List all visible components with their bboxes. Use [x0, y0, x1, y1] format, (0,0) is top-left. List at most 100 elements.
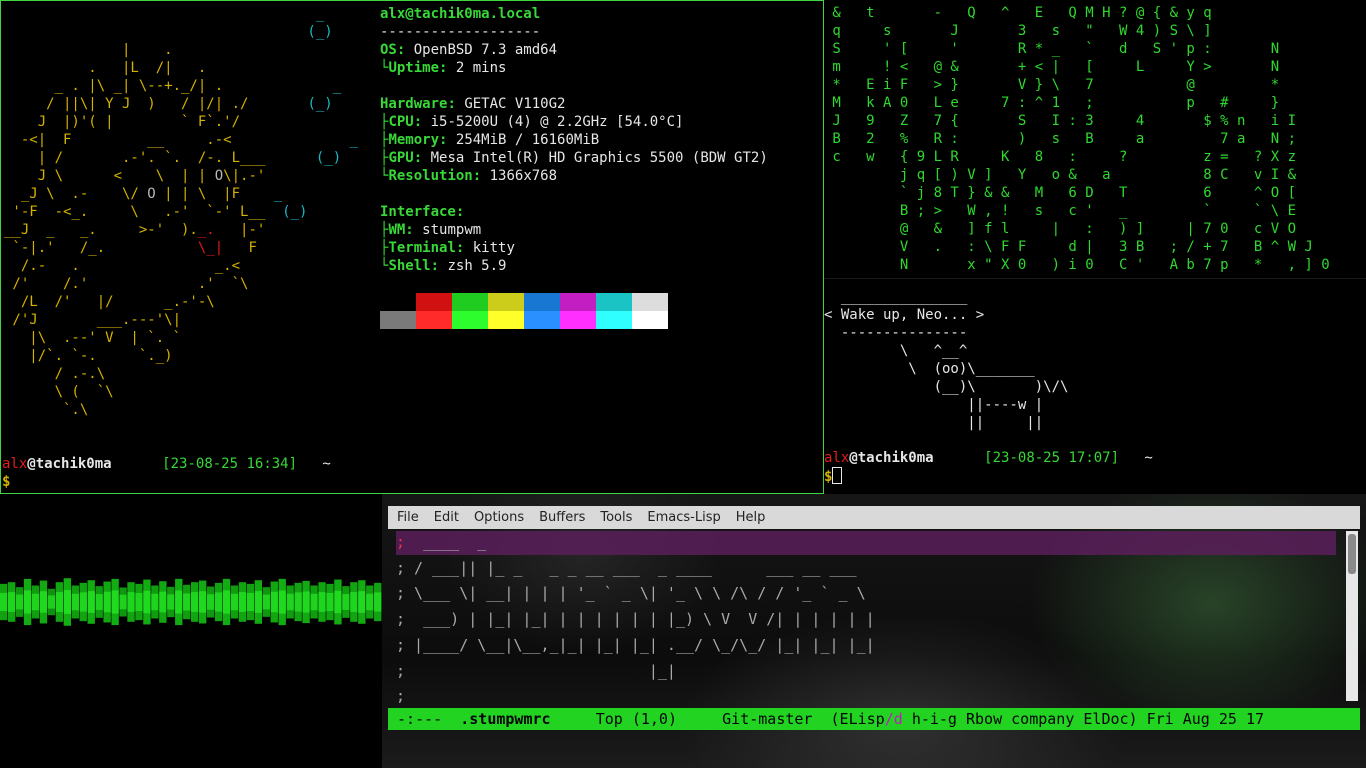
ascii-art-segment: | / .-'. `. /-. L___: [4, 150, 266, 166]
ascii-art-segment: J |)'( | ` F`.'/: [4, 114, 241, 130]
visualizer-bar-core: [278, 590, 286, 614]
resolution-value: 1366x768: [489, 168, 558, 184]
scrollbar-thumb[interactable]: [1348, 534, 1356, 574]
visualizer-bar-core: [374, 592, 382, 612]
prompt-symbol: $: [824, 469, 833, 485]
ascii-art-segment: /' /.' .' `\: [4, 276, 249, 292]
shell-prompt-line[interactable]: $: [824, 467, 843, 486]
emacs-buffer-text[interactable]: ; ____ _ ; / ___|| |_ _ _ _ __ ___ _ ___…: [396, 530, 875, 710]
palette-swatch: [632, 311, 668, 329]
visualizer-bar-core: [159, 591, 167, 613]
visualizer-bar-core: [350, 592, 358, 612]
palette-swatch: [416, 311, 452, 329]
visualizer-bar-core: [310, 593, 318, 611]
ascii-art-segment: (_): [4, 24, 333, 40]
menu-item-help[interactable]: Help: [730, 510, 772, 525]
modeline-vc: Git-master: [722, 710, 813, 728]
modeline-buffer-name: .stumpwmrc: [460, 710, 551, 728]
palette-swatch: [524, 311, 560, 329]
ascii-art-segment: _: [231, 132, 359, 148]
uptime-value: 2 mins: [455, 60, 507, 76]
matrix-row: ` j 8 T } & & M 6 D T 6 ^ O [: [824, 185, 1297, 201]
memory-row: ├Memory: 254MiB / 16160MiB: [380, 132, 600, 148]
visualizer-bar-core: [366, 593, 374, 611]
menu-item-emacs-lisp[interactable]: Emacs-Lisp: [641, 510, 726, 525]
emacs-modeline: -:--- .stumpwmrc Top (1,0) Git-master (E…: [388, 708, 1360, 730]
terminal-cowsay-pane[interactable]: _______________ < Wake up, Neo... > ----…: [824, 278, 1366, 494]
fetch-title-host: tachik0ma.local: [413, 6, 541, 22]
wm-value: stumpwm: [422, 222, 482, 238]
menu-item-options[interactable]: Options: [468, 510, 530, 525]
menu-item-tools[interactable]: Tools: [594, 510, 638, 525]
terminal-row: ├Terminal: kitty: [380, 240, 515, 256]
code-line: ; |____/ \__|\__,_|_| |_| |_| .__/ \_/\_…: [396, 635, 875, 654]
prompt-host: tachik0ma: [857, 450, 934, 466]
ascii-art-segment: _J \ .- \/: [4, 186, 148, 202]
visualizer-bar-core: [342, 594, 350, 610]
palette-swatch: [632, 293, 668, 311]
os-value: OpenBSD 7.3 amd64: [413, 42, 558, 58]
visualizer-bar-core: [191, 592, 199, 612]
visualizer-bar-core: [63, 590, 72, 614]
terminal-fetch-pane[interactable]: _ (_) | . . |L /| . _ . |\ _| \--+._/| .…: [0, 0, 824, 494]
palette-swatch: [596, 293, 632, 311]
ascii-art-segment: _.: [197, 222, 215, 238]
visualizer-bar-core: [334, 590, 342, 614]
prompt-time: [23-08-25 17:07]: [984, 450, 1120, 466]
shell-prompt-info: alx@tachik0ma [23-08-25 17:07] ~: [824, 450, 1153, 466]
ascii-art-segment: \ ( `\: [4, 384, 114, 400]
ascii-art-segment: (_): [248, 96, 333, 112]
ascii-art-segment: F: [223, 240, 257, 256]
visualizer-bar-core: [79, 592, 87, 612]
visualizer-bar-core: [71, 593, 79, 611]
matrix-row: J 9 Z 7 { S I : 3 4 $ % n i I: [824, 113, 1297, 129]
audio-visualizer-pane: [0, 494, 382, 768]
visualizer-bar-core: [270, 591, 278, 613]
menu-item-file[interactable]: File: [391, 510, 425, 525]
palette-swatch: [452, 311, 488, 329]
terminal-matrix-pane[interactable]: & t - Q ^ E Q M H ? @ { & y q q s J 3 s …: [824, 0, 1366, 278]
fetch-title-user: alx: [380, 6, 406, 22]
cpu-value: i5-5200U (4) @ 2.2GHz [54.0°C]: [430, 114, 684, 130]
code-line: ;: [396, 687, 406, 706]
visualizer-bar-core: [55, 592, 64, 612]
visualizer-bar-core: [286, 593, 294, 611]
cpu-row: ├CPU: i5-5200U (4) @ 2.2GHz [54.0°C]: [380, 114, 684, 130]
palette-swatch: [488, 293, 524, 311]
ascii-art-segment: . |L /| .: [4, 60, 207, 76]
palette-swatch: [560, 293, 596, 311]
visualizer-bar-core: [95, 594, 103, 610]
emacs-window[interactable]: File Edit Options Buffers Tools Emacs-Lisp Hel…: [382, 494, 1366, 768]
modeline-state: -:---: [397, 710, 443, 728]
wm-row: ├WM: stumpwm: [380, 222, 482, 238]
ascii-art-segment: _: [240, 186, 283, 202]
visualizer-bar-core: [198, 591, 207, 613]
uptime-row: └Uptime: 2 mins: [380, 60, 507, 76]
visualizer-bar-core: [254, 591, 263, 613]
ascii-art-segment: |\ .--' V | `. `: [4, 330, 182, 346]
ascii-art-segment: /'J ___.---'\|: [4, 312, 182, 328]
matrix-row: B 2 % R : ) s B a 7 a N ;: [824, 131, 1297, 147]
hardware-value: GETAC V110G2: [464, 96, 566, 112]
cowsay-message: < Wake up, Neo... >: [824, 307, 985, 323]
visualizer-bar-core: [87, 591, 95, 613]
visualizer-bar-core: [238, 592, 247, 612]
code-line: ; / ___|| |_ _ _ _ __ ___ _ ____ ___ __ …: [396, 558, 857, 577]
ascii-art-segment: |/`. `-. `._): [4, 348, 173, 364]
matrix-row: V . : \ F F d | 3 B ; / + 7 B ^ W J: [824, 239, 1313, 255]
menu-item-buffers[interactable]: Buffers: [533, 510, 591, 525]
palette-swatch: [488, 311, 524, 329]
emacs-scrollbar[interactable]: [1346, 531, 1358, 701]
visualizer-bar-core: [0, 592, 8, 612]
prompt-symbol: $: [2, 474, 11, 490]
menu-item-edit[interactable]: Edit: [428, 510, 465, 525]
matrix-row: B ; > W , ! s c ' _ ` ` \ E: [824, 203, 1297, 219]
shell-prompt-line[interactable]: $: [2, 473, 10, 491]
matrix-row: m ! < @ & + < | [ L Y > N: [824, 59, 1280, 75]
fetch-title: alx@tachik0ma.local: [380, 6, 541, 22]
palette-swatch: [560, 311, 596, 329]
ascii-art-segment: \_|: [197, 240, 224, 256]
visualizer-bar-core: [302, 591, 310, 613]
visualizer-bar-core: [151, 593, 159, 611]
visualizer-bar-core: [294, 592, 302, 612]
